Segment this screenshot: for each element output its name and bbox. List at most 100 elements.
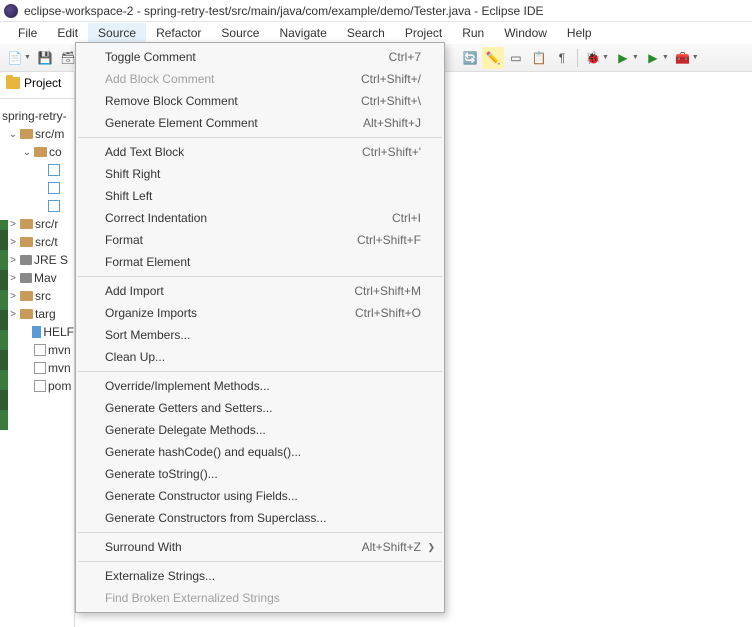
sync-icon[interactable]: 🔄 xyxy=(459,47,481,69)
menu-item-toggle-comment[interactable]: Toggle CommentCtrl+7 xyxy=(77,46,443,68)
shortcut: Ctrl+I xyxy=(392,211,421,225)
menu-item-generate-constructor-using-fields-[interactable]: Generate Constructor using Fields... xyxy=(77,485,443,507)
menu-item-generate-delegate-methods-[interactable]: Generate Delegate Methods... xyxy=(77,419,443,441)
tree-label: targ xyxy=(35,307,56,321)
tree-item[interactable] xyxy=(2,161,74,179)
menu-search[interactable]: Search xyxy=(337,23,395,43)
project-tree[interactable]: spring-retry- ⌄src/m⌄co >src/r>src/t>JRE … xyxy=(0,103,74,395)
menu-item-label: Shift Right xyxy=(105,167,160,181)
menu-source[interactable]: Source xyxy=(88,23,146,43)
menu-item-label: Generate hashCode() and equals()... xyxy=(105,445,301,459)
new-icon[interactable]: 📄 xyxy=(4,47,26,69)
tree-item[interactable]: HELF xyxy=(2,323,74,341)
menu-item-label: Add Text Block xyxy=(105,145,184,159)
highlight-icon[interactable]: ✏️ xyxy=(482,47,504,69)
menu-navigate[interactable]: Navigate xyxy=(269,23,336,43)
coverage-icon[interactable]: ▶ xyxy=(642,47,664,69)
tree-label: co xyxy=(49,145,62,159)
java-icon xyxy=(48,200,60,212)
menu-item-override-implement-methods-[interactable]: Override/Implement Methods... xyxy=(77,375,443,397)
pkg-icon xyxy=(20,309,33,319)
menu-item-label: Generate Element Comment xyxy=(105,116,258,130)
tree-item[interactable]: >JRE S xyxy=(2,251,74,269)
menu-item-label: Generate Constructor using Fields... xyxy=(105,489,298,503)
tree-item[interactable]: ⌄co xyxy=(2,143,74,161)
block-icon[interactable]: ▭ xyxy=(505,47,527,69)
tree-item[interactable]: pom xyxy=(2,377,74,395)
tree-item[interactable]: mvn xyxy=(2,359,74,377)
menu-item-shift-right[interactable]: Shift Right xyxy=(77,163,443,185)
project-explorer[interactable]: Project spring-retry- ⌄src/m⌄co>src/r>sr… xyxy=(0,72,75,627)
menu-separator xyxy=(78,137,442,138)
menu-item-sort-members-[interactable]: Sort Members... xyxy=(77,324,443,346)
menu-help[interactable]: Help xyxy=(557,23,602,43)
mark-icon[interactable]: 📋 xyxy=(528,47,550,69)
lib-icon xyxy=(20,255,32,265)
menu-project[interactable]: Project xyxy=(395,23,452,43)
menu-item-generate-tostring-[interactable]: Generate toString()... xyxy=(77,463,443,485)
run-icon[interactable]: ▶ xyxy=(612,47,634,69)
menu-edit[interactable]: Edit xyxy=(47,23,88,43)
menu-item-organize-imports[interactable]: Organize ImportsCtrl+Shift+O xyxy=(77,302,443,324)
menu-file[interactable]: File xyxy=(8,23,47,43)
tree-item[interactable]: mvn xyxy=(2,341,74,359)
tree-label: src/m xyxy=(35,127,64,141)
tree-item[interactable]: >targ xyxy=(2,305,74,323)
java-icon xyxy=(48,164,60,176)
menu-window[interactable]: Window xyxy=(494,23,557,43)
menu-item-add-import[interactable]: Add ImportCtrl+Shift+M xyxy=(77,280,443,302)
chevron-right-icon: ❯ xyxy=(427,542,435,553)
project-root[interactable]: spring-retry- xyxy=(2,109,67,123)
menu-item-add-text-block[interactable]: Add Text BlockCtrl+Shift+' xyxy=(77,141,443,163)
menu-item-label: Surround With xyxy=(105,540,182,554)
menu-item-remove-block-comment[interactable]: Remove Block CommentCtrl+Shift+\ xyxy=(77,90,443,112)
menu-item-shift-left[interactable]: Shift Left xyxy=(77,185,443,207)
menu-item-label: Remove Block Comment xyxy=(105,94,238,108)
tree-item[interactable]: >Mav xyxy=(2,269,74,287)
menu-item-correct-indentation[interactable]: Correct Indentation Ctrl+I xyxy=(77,207,443,229)
ext-tools-icon[interactable]: 🧰 xyxy=(672,47,694,69)
menu-item-format-element[interactable]: Format Element xyxy=(77,251,443,273)
tree-label: mvn xyxy=(48,343,71,357)
coverage-gutter xyxy=(0,220,8,430)
menu-item-label: Toggle Comment xyxy=(105,50,196,64)
menu-item-label: Format xyxy=(105,233,143,247)
java-icon xyxy=(48,182,60,194)
folder-icon xyxy=(6,77,20,89)
tree-label: pom xyxy=(48,379,71,393)
pi-icon[interactable]: ¶ xyxy=(551,47,573,69)
tree-item[interactable]: ⌄src/m xyxy=(2,125,74,143)
xml-icon xyxy=(34,362,46,374)
save-icon[interactable]: 💾 xyxy=(34,47,56,69)
menu-run[interactable]: Run xyxy=(452,23,494,43)
tree-item[interactable] xyxy=(2,179,74,197)
menu-item-label: Correct Indentation xyxy=(105,211,207,225)
menu-item-label: Generate Getters and Setters... xyxy=(105,401,272,415)
tree-item[interactable] xyxy=(2,197,74,215)
menu-item-format[interactable]: FormatCtrl+Shift+F xyxy=(77,229,443,251)
tree-label: Mav xyxy=(34,271,57,285)
tree-item[interactable]: >src/r xyxy=(2,215,74,233)
menu-refactor[interactable]: Refactor xyxy=(146,23,211,43)
menu-item-generate-constructors-from-superclass-[interactable]: Generate Constructors from Superclass... xyxy=(77,507,443,529)
menu-item-generate-getters-and-setters-[interactable]: Generate Getters and Setters... xyxy=(77,397,443,419)
shortcut: Alt+Shift+J xyxy=(363,116,421,130)
project-explorer-tab[interactable]: Project xyxy=(0,72,74,94)
project-tab-label: Project xyxy=(24,76,61,90)
menu-source[interactable]: Source xyxy=(211,23,269,43)
menu-item-generate-hashcode-and-equals-[interactable]: Generate hashCode() and equals()... xyxy=(77,441,443,463)
tree-label: HELF xyxy=(43,325,74,339)
debug-icon[interactable]: 🐞 xyxy=(582,47,604,69)
eclipse-icon xyxy=(4,4,18,18)
menu-item-surround-with[interactable]: Surround WithAlt+Shift+Z❯ xyxy=(77,536,443,558)
pkg-icon xyxy=(20,219,33,229)
pkg-icon xyxy=(20,129,33,139)
menu-item-externalize-strings-[interactable]: Externalize Strings... xyxy=(77,565,443,587)
tree-item[interactable]: >src/t xyxy=(2,233,74,251)
pkg-icon xyxy=(34,147,47,157)
tree-item[interactable]: >src xyxy=(2,287,74,305)
menubar[interactable]: FileEditSourceRefactorSourceNavigateSear… xyxy=(0,22,752,44)
source-menu-popup[interactable]: Toggle CommentCtrl+7Add Block CommentCtr… xyxy=(75,42,445,613)
menu-item-generate-element-comment[interactable]: Generate Element Comment Alt+Shift+J xyxy=(77,112,443,134)
menu-item-clean-up-[interactable]: Clean Up... xyxy=(77,346,443,368)
